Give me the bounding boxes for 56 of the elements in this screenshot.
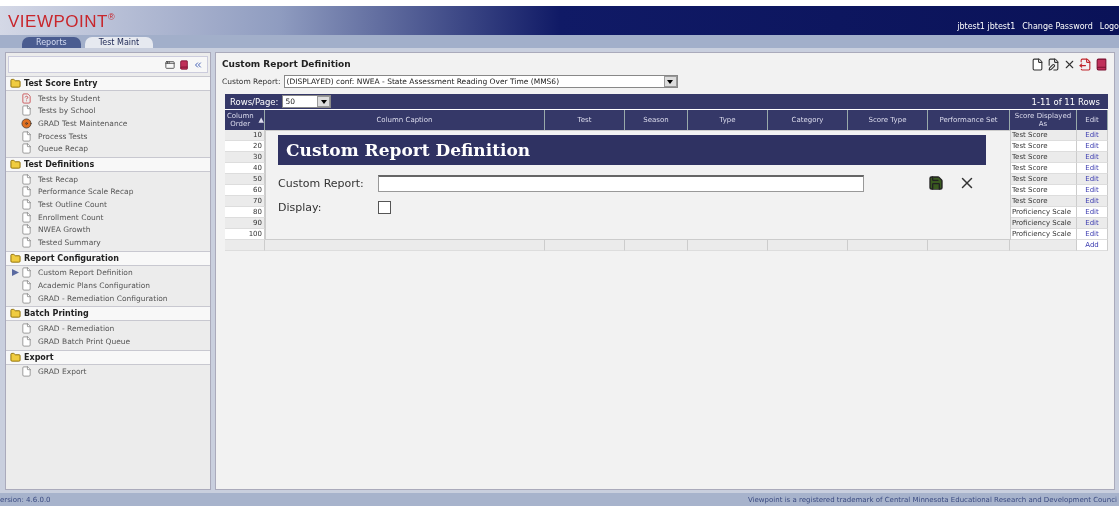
page-icon xyxy=(21,211,32,223)
section-title: Export xyxy=(24,352,54,362)
page-icon xyxy=(21,130,32,142)
logo: VIEWPOINT$^{®}$ xyxy=(8,11,116,32)
book-icon[interactable] xyxy=(179,59,189,70)
save-icon[interactable] xyxy=(928,175,944,191)
folder-icon xyxy=(10,351,21,363)
page-icon xyxy=(21,292,32,304)
folder-icon xyxy=(10,308,21,320)
tab[interactable]: Test Maint xyxy=(84,37,154,48)
book-icon[interactable] xyxy=(1095,57,1108,71)
edit-page-icon[interactable] xyxy=(1047,57,1060,71)
user-link[interactable]: Logo xyxy=(1099,22,1119,31)
caret-icon xyxy=(320,99,327,104)
page-icon xyxy=(21,186,32,198)
field-label: Display: xyxy=(278,201,323,214)
caret-icon xyxy=(667,79,673,84)
folder-icon xyxy=(10,252,21,264)
tab[interactable]: Reports xyxy=(22,37,81,48)
field-label: Custom Report: xyxy=(278,176,365,190)
page-icon xyxy=(21,323,32,335)
disc-icon xyxy=(21,118,32,129)
user-link[interactable]: Change Password xyxy=(1022,22,1093,31)
page-icon xyxy=(21,366,32,378)
page-icon xyxy=(21,143,32,155)
section-header[interactable]: Test Score Entry xyxy=(6,76,210,91)
export-icon[interactable] xyxy=(1079,57,1092,71)
checkbox[interactable] xyxy=(378,201,391,214)
page-title: Custom Report Definition xyxy=(222,59,351,69)
new-page-icon[interactable] xyxy=(1031,57,1044,71)
table-cell xyxy=(225,240,265,251)
folder-icon xyxy=(10,158,21,170)
row-count: 1-11 of 11 Rows xyxy=(1031,96,1100,107)
help-icon xyxy=(21,92,32,104)
user-link[interactable]: jbtest1 jbtest1 xyxy=(957,22,1016,31)
section-header[interactable]: Export xyxy=(6,349,210,365)
section-title: Test Score Entry xyxy=(24,79,98,88)
section-title: Test Definitions xyxy=(24,159,95,169)
page-icon xyxy=(21,198,32,210)
window-icon[interactable] xyxy=(165,59,175,70)
page-icon xyxy=(21,105,32,117)
section-header[interactable]: Batch Printing xyxy=(6,306,210,322)
section-title: Report Configuration xyxy=(24,253,119,263)
section-header[interactable]: Report Configuration xyxy=(6,250,210,266)
section-title: Batch Printing xyxy=(24,309,89,319)
page-icon xyxy=(21,236,32,248)
page-icon xyxy=(21,335,32,347)
page-icon xyxy=(21,224,32,236)
page-icon xyxy=(21,279,32,291)
page-icon xyxy=(21,267,32,279)
section-header[interactable]: Test Definitions xyxy=(6,156,210,172)
page-icon xyxy=(21,173,32,185)
folder-icon xyxy=(10,78,21,89)
input-field[interactable] xyxy=(378,174,864,192)
rows-per-page-label: Rows/Page: xyxy=(230,96,279,107)
dialog-title: Custom Report Definition xyxy=(278,135,986,165)
